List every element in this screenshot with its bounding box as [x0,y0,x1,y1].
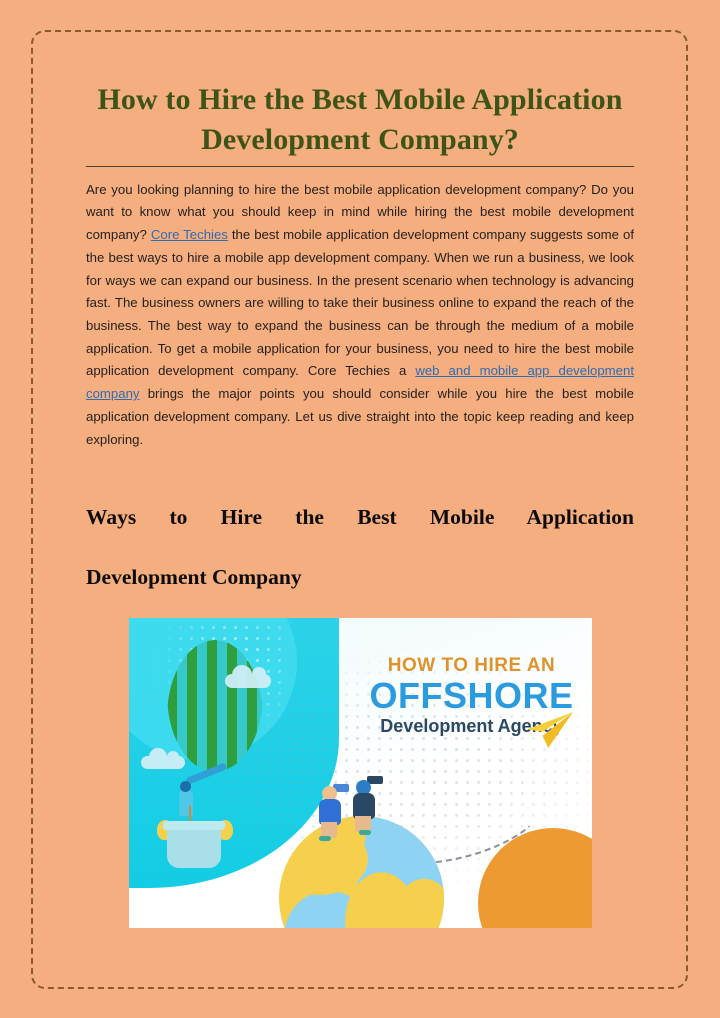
title-divider [86,165,634,167]
illustration-canvas: HOW TO HIRE AN OFFSHORE Development Agen… [129,618,592,928]
person-shoe-right [359,830,371,835]
slide-content: How to Hire the Best Mobile Application … [86,80,634,592]
section-heading-line-1: Ways to Hire the Best Mobile Application [86,505,634,530]
intro-text-part-3: brings the major points you should consi… [86,386,634,447]
person-shoe-left [319,836,331,841]
section-heading: Ways to Hire the Best Mobile Application… [86,503,634,592]
person-with-binoculars-right [351,776,383,835]
intro-paragraph: Are you looking planning to hire the bes… [86,179,634,451]
core-techies-link[interactable]: Core Techies [151,227,228,242]
section-heading-line-2: Development Company [86,564,302,589]
person-with-binoculars-left [317,784,349,841]
illustration-headline-line-2: OFFSHORE [369,675,574,716]
hot-air-balloon-icon [167,640,263,772]
offshore-development-illustration: HOW TO HIRE AN OFFSHORE Development Agen… [129,618,592,928]
cloud-icon-upper [225,665,271,688]
balloon-envelope [167,640,263,772]
balloon-basket-lip [163,821,225,830]
page-title: How to Hire the Best Mobile Application … [97,83,623,156]
intro-text-part-2: the best mobile application development … [86,227,634,379]
illustration-headline-line-1: HOW TO HIRE AN [387,655,556,676]
balloon-passenger-head [180,781,191,792]
balloon-basket [163,821,225,868]
cloud-icon-lower [141,748,185,769]
